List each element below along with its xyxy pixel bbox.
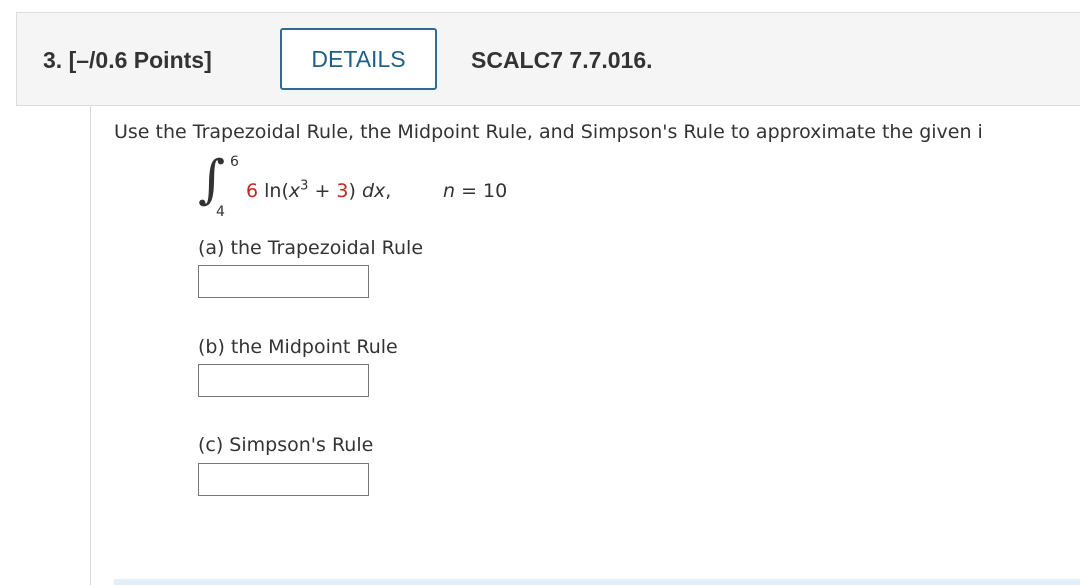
coefficient: 6 bbox=[246, 180, 259, 202]
part-c-answer-input[interactable] bbox=[198, 463, 369, 496]
comma: , bbox=[385, 180, 392, 202]
upper-limit: 6 bbox=[230, 154, 239, 170]
part-a-label: (a) the Trapezoidal Rule bbox=[198, 237, 424, 259]
part-c-label: (c) Simpson's Rule bbox=[198, 434, 374, 456]
page: 3. [–/0.6 Points] DETAILS SCALC7 7.7.016… bbox=[0, 0, 1080, 585]
closing-paren: ) bbox=[348, 180, 356, 202]
n-equals: = 10 bbox=[455, 180, 508, 202]
question-title: 3. [–/0.6 Points] bbox=[43, 47, 212, 74]
constant: 3 bbox=[336, 180, 349, 202]
problem-reference: SCALC7 7.7.016. bbox=[471, 47, 653, 73]
part-a-answer-input[interactable] bbox=[198, 265, 369, 298]
integral-expression: ∫ 6 4 6 ln(x3 + 3) dx, n = 10 bbox=[196, 152, 556, 222]
n-label: n bbox=[443, 180, 456, 202]
differential: dx bbox=[361, 180, 386, 202]
part-b-answer-input[interactable] bbox=[198, 364, 369, 397]
question-points: [–/0.6 Points] bbox=[68, 47, 212, 73]
integrand: 6 ln(x3 + 3) dx, bbox=[246, 180, 391, 202]
part-b-label: (b) the Midpoint Rule bbox=[198, 336, 398, 358]
content-divider bbox=[90, 106, 91, 585]
details-button[interactable]: DETAILS bbox=[280, 28, 437, 90]
problem-instructions: Use the Trapezoidal Rule, the Midpoint R… bbox=[114, 121, 983, 143]
plus-sign: + bbox=[308, 180, 337, 202]
next-section-strip bbox=[114, 579, 1080, 585]
integral-sign-icon: ∫ bbox=[198, 150, 226, 210]
variable: x bbox=[288, 180, 301, 202]
subinterval-count: n = 10 bbox=[443, 180, 507, 202]
lower-limit: 4 bbox=[216, 204, 225, 220]
question-header: 3. [–/0.6 Points] DETAILS SCALC7 7.7.016… bbox=[16, 12, 1080, 106]
question-number: 3. bbox=[43, 47, 63, 73]
function-prefix: ln( bbox=[264, 180, 289, 202]
